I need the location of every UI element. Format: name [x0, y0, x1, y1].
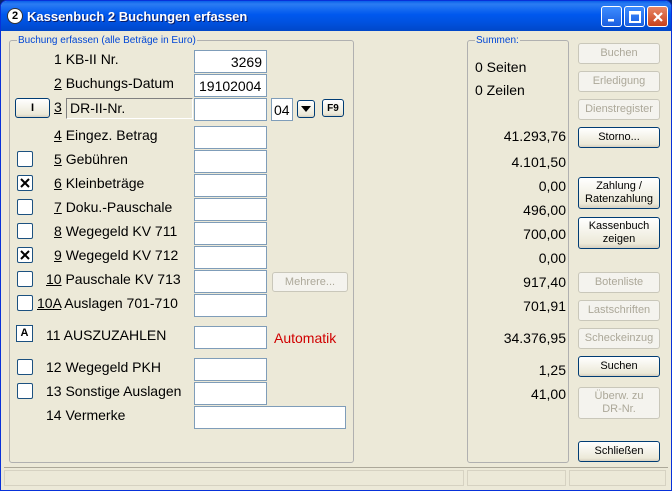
weg711-checkbox[interactable]	[17, 223, 33, 239]
summary-group-label: Summen:	[475, 35, 520, 46]
sum-gebuehren: 4.101,50	[511, 154, 567, 170]
dr-nr-suffix-input[interactable]: 04	[271, 98, 293, 121]
minimize-button[interactable]	[601, 6, 622, 27]
klein-label: 6 Kleinbeträge	[54, 175, 145, 191]
gebuehren-input[interactable]	[194, 150, 267, 173]
sonst-label: 13 Sonstige Auslagen	[46, 383, 182, 399]
app-window: 2 Kassenbuch 2 Buchungen erfassen Buchun…	[0, 0, 672, 491]
zahlung-button[interactable]: Zahlung / Ratenzahlung	[578, 177, 660, 209]
sum-weg711: 700,00	[523, 226, 566, 242]
summary-pages: 0 Seiten	[475, 59, 527, 75]
buchen-button[interactable]: Buchen	[578, 43, 660, 64]
doku-checkbox[interactable]	[17, 199, 33, 215]
close-icon	[653, 12, 663, 22]
minimize-icon	[608, 19, 614, 22]
sum-sonst: 41,00	[530, 386, 566, 402]
auslagen-input[interactable]	[194, 294, 267, 317]
kb-nr-input[interactable]: 3269	[194, 50, 267, 73]
dr-nr-input[interactable]	[194, 98, 267, 121]
sum-weg712: 0,00	[538, 250, 566, 266]
dr-nr-i-button[interactable]: I	[15, 98, 50, 118]
pkh-label: 12 Wegegeld PKH	[46, 359, 161, 375]
datum-label: 2 Buchungs-Datum	[54, 75, 174, 91]
weg712-input[interactable]	[194, 246, 267, 269]
weg711-input[interactable]	[194, 222, 267, 245]
summary-lines: 0 Zeilen	[475, 82, 525, 98]
sum-auszahlen: 34.376,95	[503, 330, 566, 346]
maximize-icon	[629, 11, 641, 23]
pausch713-label: 10 Pauschale KV 713	[46, 271, 181, 287]
vermerke-label: 14 Vermerke	[46, 407, 126, 423]
dr-nr-label: 3	[54, 99, 62, 115]
sum-auslagen: 701,91	[523, 298, 566, 314]
erledigung-button[interactable]: Erledigung	[578, 71, 660, 92]
x-check-icon	[20, 250, 30, 260]
pausch713-checkbox[interactable]	[17, 271, 33, 287]
pausch713-input[interactable]	[194, 270, 267, 293]
window-title: Kassenbuch 2 Buchungen erfassen	[27, 9, 248, 24]
weg712-label: 9 Wegegeld KV 712	[54, 247, 179, 263]
maximize-button[interactable]	[624, 6, 645, 27]
close-button[interactable]	[647, 6, 668, 27]
triangle-down-icon	[301, 106, 311, 112]
schliessen-button[interactable]: Schließen	[578, 441, 660, 462]
weg712-checkbox[interactable]	[17, 247, 33, 263]
auslagen-label: 10A Auslagen 701-710	[37, 295, 178, 311]
sum-eingez: 41.293,76	[503, 128, 566, 144]
auszahlen-input[interactable]	[194, 326, 267, 349]
x-check-icon	[20, 178, 30, 188]
kassenbuch-zeigen-button[interactable]: Kassenbuch zeigen	[578, 217, 660, 249]
botenliste-button[interactable]: Botenliste	[578, 272, 660, 293]
doku-input[interactable]	[194, 198, 267, 221]
auszahlen-a-button[interactable]: A	[16, 325, 33, 342]
eingez-input[interactable]	[194, 126, 267, 149]
auszahlen-label: 11 AUSZUZAHLEN	[46, 327, 167, 343]
status-pane-3	[569, 470, 666, 486]
ueberw-button[interactable]: Überw. zu DR-Nr.	[578, 387, 660, 419]
lastschriften-button[interactable]: Lastschriften	[578, 300, 660, 321]
scheckeinzug-button[interactable]: Scheckeinzug	[578, 328, 660, 349]
sum-doku: 496,00	[523, 202, 566, 218]
dienstregister-button[interactable]: Dienstregister	[578, 99, 660, 120]
dr-nr-dropdown-button[interactable]	[297, 100, 315, 118]
automatik-note: Automatik	[274, 330, 337, 346]
eingez-label: 4 Eingez. Betrag	[54, 127, 158, 143]
klein-input[interactable]	[194, 174, 267, 197]
sonst-input[interactable]	[194, 382, 267, 405]
gebuehren-label: 5 Gebühren	[54, 151, 128, 167]
status-pane-main	[4, 470, 464, 486]
app-icon: 2	[7, 8, 23, 24]
kb-nr-label: 1 KB-II Nr.	[54, 51, 119, 67]
pkh-checkbox[interactable]	[17, 359, 33, 375]
pkh-input[interactable]	[194, 358, 267, 381]
dr-nr-label-box: DR-II-Nr.	[66, 98, 193, 119]
sum-klein: 0,00	[538, 178, 566, 194]
title-bar[interactable]: 2 Kassenbuch 2 Buchungen erfassen	[1, 1, 671, 31]
auslagen-checkbox[interactable]	[17, 295, 33, 311]
weg711-label: 8 Wegegeld KV 711	[54, 223, 178, 239]
doku-label: 7 Doku.-Pauschale	[54, 199, 173, 215]
datum-input[interactable]: 19102004	[194, 74, 267, 97]
suchen-button[interactable]: Suchen	[578, 356, 660, 377]
vermerke-input[interactable]	[194, 406, 346, 429]
sonst-checkbox[interactable]	[17, 383, 33, 399]
klein-checkbox[interactable]	[17, 175, 33, 191]
f9-button[interactable]: F9	[322, 99, 344, 117]
storno-button[interactable]: Storno...	[578, 127, 660, 148]
mehrere-button[interactable]: Mehrere...	[272, 272, 348, 292]
sum-pkh: 1,25	[538, 362, 566, 378]
status-bar	[4, 467, 668, 487]
gebuehren-checkbox[interactable]	[17, 151, 33, 167]
status-pane-2	[467, 470, 566, 486]
sum-pausch713: 917,40	[523, 274, 566, 290]
entry-group-label: Buchung erfassen (alle Beträge in Euro)	[17, 35, 197, 46]
